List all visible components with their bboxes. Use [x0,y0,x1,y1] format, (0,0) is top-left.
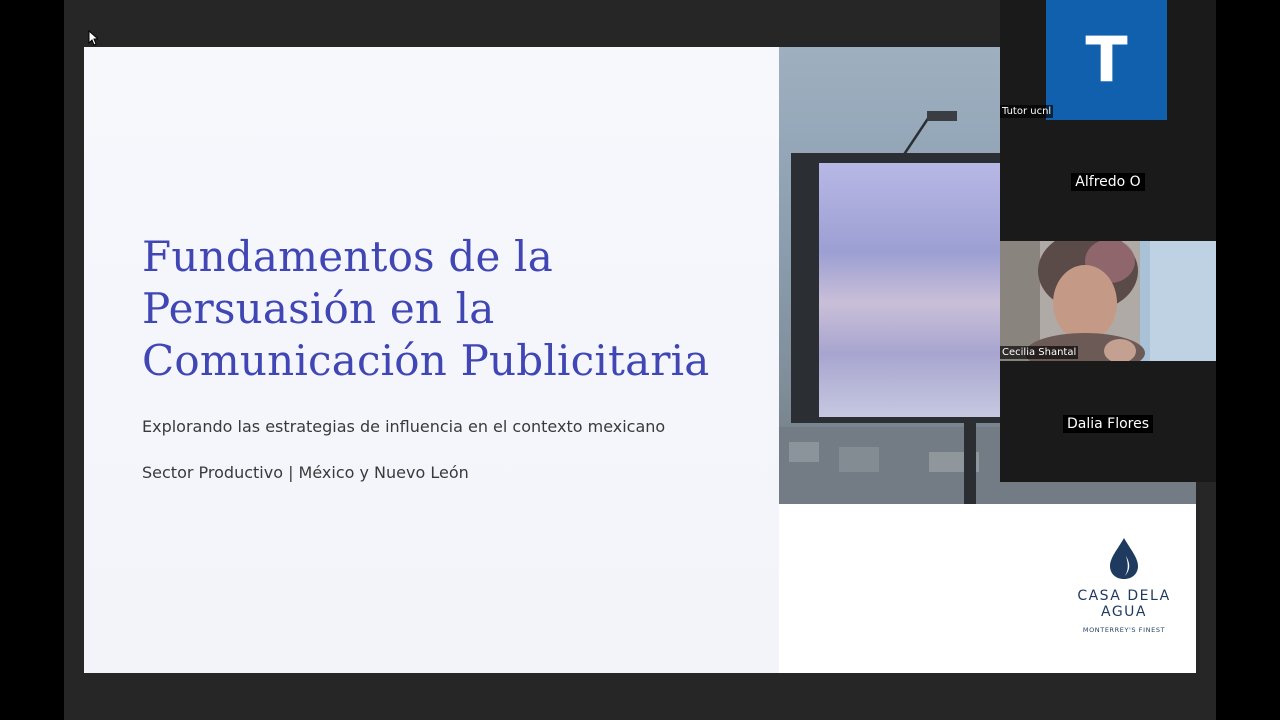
participant-tile-tutor[interactable]: T Tutor ucnl [1000,0,1216,120]
logo-name-line2: AGUA [1100,604,1147,620]
logo-name-line1: CASA DELA [1077,588,1171,604]
participant-name: Alfredo O [1071,173,1145,191]
participant-video [1000,241,1216,361]
participant-name: Dalia Flores [1062,415,1154,433]
participant-name: Cecilia Shantal [1000,346,1079,359]
water-drop-icon [1110,538,1138,579]
mouse-cursor-icon [88,30,98,46]
slide-text-area: Fundamentos de la Persuasión en la Comun… [84,47,779,673]
participant-tile-cecilia[interactable]: Cecilia Shantal [1000,241,1216,361]
casa-dela-agua-logo: CASA DELA AGUA MONTERREY'S FINEST [1069,536,1179,634]
participant-tile-dalia[interactable]: Dalia Flores [1000,362,1216,482]
logo-area: CASA DELA AGUA MONTERREY'S FINEST [779,504,1196,673]
avatar: T [1046,0,1167,120]
slide-sector-line: Sector Productivo | México y Nuevo León [142,463,469,482]
slide-title: Fundamentos de la Persuasión en la Comun… [142,232,710,385]
logo-tagline: MONTERREY'S FINEST [1082,626,1166,634]
participant-name: Tutor ucnl [1000,105,1054,118]
participants-panel: T Tutor ucnl Alfredo O Cecilia Shantal D… [1000,0,1216,482]
slide-subtitle: Explorando las estrategias de influencia… [142,417,666,436]
participant-tile-alfredo[interactable]: Alfredo O [1000,120,1216,240]
